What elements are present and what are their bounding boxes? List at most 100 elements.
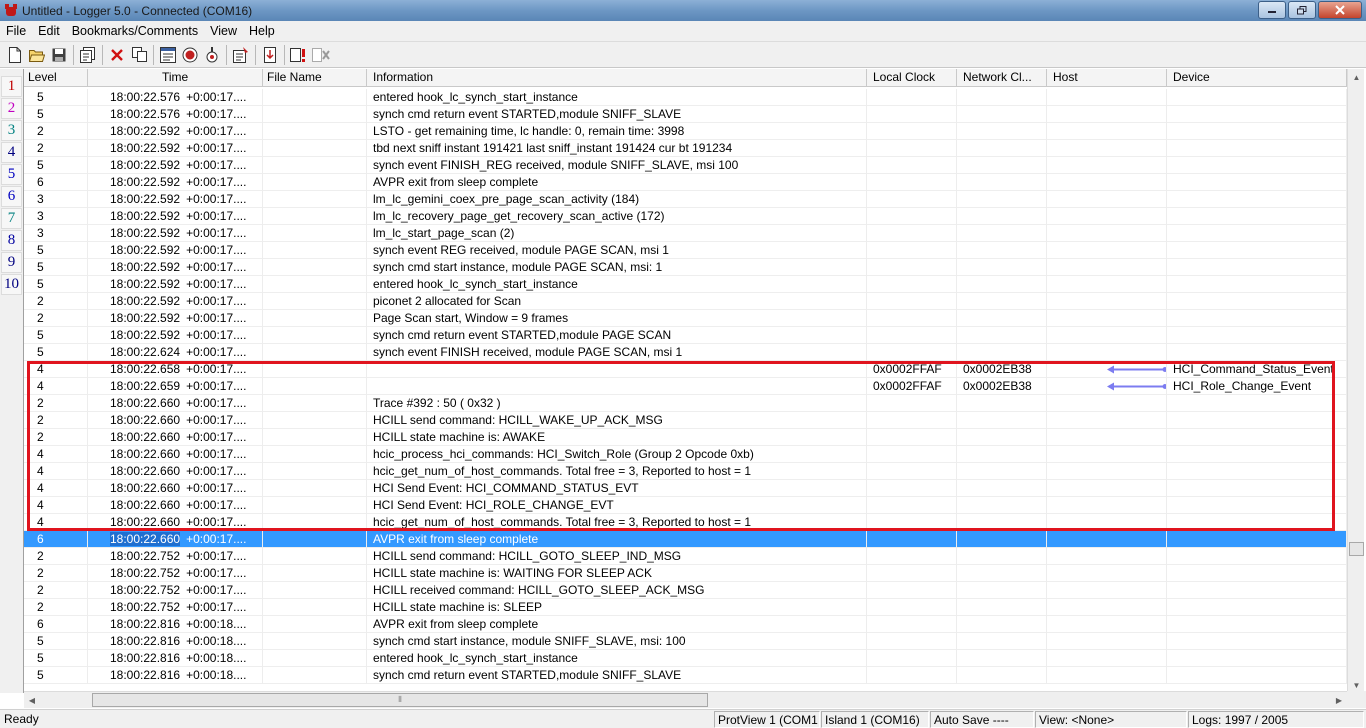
log-row[interactable]: 3 18:00:22.592 +0:00:17.... lm_lc_recovery_… xyxy=(24,208,1347,225)
log-row[interactable]: 4 18:00:22.658 +0:00:17.... 0x0002FFAF 0x000… xyxy=(24,361,1347,378)
log-row[interactable]: 2 18:00:22.752 +0:00:17.... HCILL state mac… xyxy=(24,599,1347,616)
log-row[interactable]: 5 18:00:22.592 +0:00:17.... entered hook_lc… xyxy=(24,276,1347,293)
log-row[interactable]: 4 18:00:22.660 +0:00:17.... hcic_get_num_of… xyxy=(24,514,1347,531)
minimize-button[interactable] xyxy=(1258,1,1286,19)
log-row[interactable]: 5 18:00:22.816 +0:00:18.... synch cmd start… xyxy=(24,633,1347,650)
log-row[interactable]: 5 18:00:22.816 +0:00:18.... synch cmd retur… xyxy=(24,667,1347,684)
bookmark-6[interactable]: 6 xyxy=(1,186,22,207)
bookmark-2[interactable]: 2 xyxy=(1,98,22,119)
log-row[interactable]: 4 18:00:22.660 +0:00:17.... hcic_process_hc… xyxy=(24,446,1347,463)
bookmark-10[interactable]: 10 xyxy=(1,274,22,295)
vertical-scroll-thumb[interactable] xyxy=(1349,542,1364,556)
maximize-button[interactable] xyxy=(1288,1,1316,19)
column-header-host[interactable]: Host xyxy=(1047,69,1167,87)
column-header-level[interactable]: Level xyxy=(24,69,88,87)
horizontal-scroll-thumb[interactable]: ⦀ xyxy=(92,693,708,707)
properties-button[interactable] xyxy=(230,44,252,66)
column-header-file-name[interactable]: File Name xyxy=(263,69,367,87)
log-row[interactable]: 2 18:00:22.592 +0:00:17.... LSTO - get rema… xyxy=(24,123,1347,140)
logger-app-icon[interactable] xyxy=(4,3,18,18)
record-icon xyxy=(182,47,198,62)
log-row[interactable]: 6 18:00:22.660 +0:00:17.... AVPR exit from … xyxy=(24,531,1347,548)
file-name-cell xyxy=(263,633,367,650)
scroll-left-arrow-icon[interactable]: ◀ xyxy=(24,692,40,709)
file-name-cell xyxy=(263,582,367,599)
local-clock-cell xyxy=(867,191,957,208)
log-row[interactable]: 5 18:00:22.816 +0:00:18.... entered hook_lc… xyxy=(24,650,1347,667)
log-row[interactable]: 5 18:00:22.624 +0:00:17.... synch event FIN… xyxy=(24,344,1347,361)
log-row[interactable]: 4 18:00:22.659 +0:00:17.... 0x0002FFAF 0x000… xyxy=(24,378,1347,395)
column-header-time[interactable]: Time xyxy=(88,69,263,87)
trace-button[interactable] xyxy=(201,44,223,66)
menu-file[interactable]: File xyxy=(0,24,32,38)
close-button[interactable] xyxy=(1318,1,1362,19)
log-row[interactable]: 3 18:00:22.592 +0:00:17.... lm_lc_start_pag… xyxy=(24,225,1347,242)
log-row[interactable]: 6 18:00:22.592 +0:00:17.... AVPR exit from … xyxy=(24,174,1347,191)
record-button[interactable] xyxy=(179,44,201,66)
log-row[interactable]: 4 18:00:22.660 +0:00:17.... HCI Send Event:… xyxy=(24,497,1347,514)
host-cell xyxy=(1047,123,1167,140)
local-clock-cell xyxy=(867,446,957,463)
menu-edit[interactable]: Edit xyxy=(32,24,66,38)
level-cell: 4 xyxy=(24,497,88,514)
column-header-network-clock[interactable]: Network Cl... xyxy=(957,69,1047,87)
log-row[interactable]: 5 18:00:22.592 +0:00:17.... synch cmd start… xyxy=(24,259,1347,276)
log-row[interactable]: 5 18:00:22.592 +0:00:17.... synch cmd retur… xyxy=(24,327,1347,344)
host-cell xyxy=(1047,344,1167,361)
host-cell xyxy=(1047,650,1167,667)
horizontal-scrollbar[interactable]: ◀ ⦀ ▶ xyxy=(24,691,1347,708)
log-row[interactable]: 2 18:00:22.660 +0:00:17.... Trace #392 : 50… xyxy=(24,395,1347,412)
log-row[interactable]: 2 18:00:22.660 +0:00:17.... HCILL state mac… xyxy=(24,429,1347,446)
bookmark-5[interactable]: 5 xyxy=(1,164,22,185)
log-row[interactable]: 2 18:00:22.592 +0:00:17.... piconet 2 alloc… xyxy=(24,293,1347,310)
filter-button[interactable] xyxy=(157,44,179,66)
column-header-information[interactable]: Information xyxy=(367,69,867,87)
log-row[interactable]: 5 18:00:22.576 +0:00:17.... entered hook_lc… xyxy=(24,89,1347,106)
new-file-button[interactable] xyxy=(4,44,26,66)
time-cell: 18:00:22.592 +0:00:17.... xyxy=(88,123,263,140)
log-row[interactable]: 2 18:00:22.752 +0:00:17.... HCILL send comm… xyxy=(24,548,1347,565)
log-row[interactable]: 2 18:00:22.660 +0:00:17.... HCILL send comm… xyxy=(24,412,1347,429)
timestamp: 18:00:22.592 xyxy=(110,175,181,189)
log-row[interactable]: 4 18:00:22.660 +0:00:17.... HCI Send Event:… xyxy=(24,480,1347,497)
error-filter-button[interactable] xyxy=(288,44,310,66)
bookmark-9[interactable]: 9 xyxy=(1,252,22,273)
log-row[interactable]: 2 18:00:22.752 +0:00:17.... HCILL state mac… xyxy=(24,565,1347,582)
export-button[interactable] xyxy=(259,44,281,66)
network-clock-cell: 0x0002EB38 xyxy=(957,378,1047,395)
toolbar-separator xyxy=(226,44,227,65)
scroll-right-arrow-icon[interactable]: ▶ xyxy=(1331,692,1347,709)
column-header-device[interactable]: Device xyxy=(1167,69,1347,87)
vertical-scrollbar[interactable]: ▲ ▼ xyxy=(1347,69,1364,693)
network-clock-cell xyxy=(957,446,1047,463)
menu-help[interactable]: Help xyxy=(243,24,281,38)
save-button[interactable] xyxy=(48,44,70,66)
column-header-local-clock[interactable]: Local Clock xyxy=(867,69,957,87)
open-folder-button[interactable] xyxy=(26,44,48,66)
information-cell: piconet 2 allocated for Scan xyxy=(367,293,867,310)
log-row[interactable]: 5 18:00:22.592 +0:00:17.... synch event REG… xyxy=(24,242,1347,259)
bookmark-4[interactable]: 4 xyxy=(1,142,22,163)
bookmark-1[interactable]: 1 xyxy=(1,76,22,97)
file-name-cell xyxy=(263,327,367,344)
bookmark-7[interactable]: 7 xyxy=(1,208,22,229)
log-row[interactable]: 2 18:00:22.592 +0:00:17.... tbd next sniff … xyxy=(24,140,1347,157)
log-row[interactable]: 3 18:00:22.592 +0:00:17.... lm_lc_gemini_co… xyxy=(24,191,1347,208)
bookmark-8[interactable]: 8 xyxy=(1,230,22,251)
log-row[interactable]: 5 18:00:22.576 +0:00:17.... synch cmd retur… xyxy=(24,106,1347,123)
bookmarks-button[interactable] xyxy=(77,44,99,66)
delete-button[interactable] xyxy=(106,44,128,66)
menu-bookmarks-comments[interactable]: Bookmarks/Comments xyxy=(66,24,204,38)
log-row[interactable]: 6 18:00:22.816 +0:00:18.... AVPR exit from … xyxy=(24,616,1347,633)
log-row[interactable]: 2 18:00:22.592 +0:00:17.... Page Scan start… xyxy=(24,310,1347,327)
file-name-cell xyxy=(263,293,367,310)
log-row[interactable]: 4 18:00:22.660 +0:00:17.... hcic_get_num_of… xyxy=(24,463,1347,480)
status-ready-text: Ready xyxy=(4,712,39,726)
scroll-up-arrow-icon[interactable]: ▲ xyxy=(1348,69,1365,85)
menu-view[interactable]: View xyxy=(204,24,243,38)
log-row[interactable]: 2 18:00:22.752 +0:00:17.... HCILL received … xyxy=(24,582,1347,599)
copy-button[interactable] xyxy=(128,44,150,66)
log-row[interactable]: 5 18:00:22.592 +0:00:17.... synch event FIN… xyxy=(24,157,1347,174)
bookmark-3[interactable]: 3 xyxy=(1,120,22,141)
clear-filter-button[interactable] xyxy=(310,44,332,66)
